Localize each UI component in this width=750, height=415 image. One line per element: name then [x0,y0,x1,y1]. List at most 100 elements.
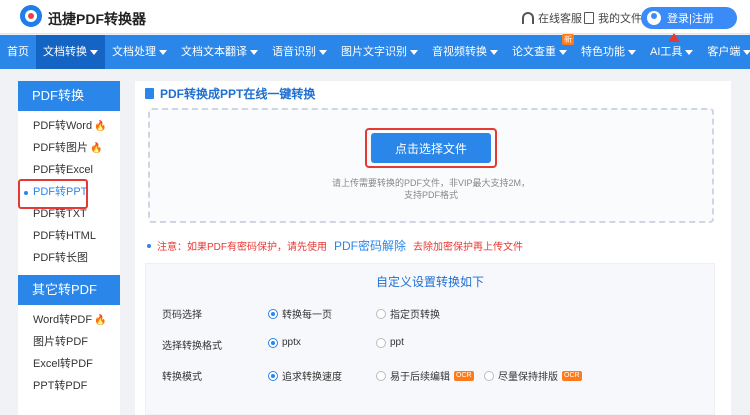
customer-service-label: 在线客服 [538,13,582,25]
upload-hint-line2: 支持PDF格式 [403,190,458,200]
sidebar-item-section1_items-0[interactable]: PDF转Word 🔥 [18,115,120,137]
nav-item-10[interactable]: 客户端 [700,35,750,69]
upload-dropzone[interactable]: 点击选择文件 请上传需要转换的PDF文件，非VIP最大支持2M， 支持PDF格式 [148,108,714,223]
customer-service-link[interactable]: 在线客服 [522,10,582,26]
chevron-down-icon [159,49,167,55]
radio-unchecked-icon [376,337,386,348]
radio-ppt[interactable]: ppt [376,337,404,348]
nav-item-7[interactable]: 论文查重新 [505,34,574,69]
radio-editable-mode[interactable]: 易于后续编辑 OCR [376,368,474,383]
headset-icon [522,12,534,24]
nav-item-1[interactable]: 文档转换 [36,35,105,69]
nav-item-0[interactable]: 首页 [0,35,36,69]
sidebar-item-label: Excel转PDF [33,358,93,370]
sidebar-item-label: 图片转PDF [33,336,88,348]
radio-label: 易于后续编辑 [390,372,450,383]
user-icon [647,11,661,25]
sidebar-item-section1_items-2[interactable]: PDF转Excel [18,159,120,181]
sidebar-section-pdf-convert-title: PDF转换 [18,81,120,111]
nav-item-3[interactable]: 文档文本翻译 [174,35,265,69]
radio-label: 追求转换速度 [282,372,342,383]
radio-pptx[interactable]: pptx [268,337,301,348]
select-file-button[interactable]: 点击选择文件 [371,133,491,163]
nav-item-6[interactable]: 音视频转换 [425,35,505,69]
nav-item-2[interactable]: 文档处理 [105,35,174,69]
chevron-down-icon [628,49,636,55]
radio-checked-icon [268,308,278,319]
chevron-down-icon [743,49,750,55]
radio-label: 尽量保持排版 [498,372,558,383]
nav-item-label: 客户端 [707,46,741,58]
radio-speed-mode[interactable]: 追求转换速度 [268,368,342,383]
fire-icon: 🔥 [94,121,107,132]
sidebar-item-label: PDF转HTML [33,230,96,242]
nav-item-label: 论文查重 [512,46,556,58]
nav-item-label: 文档转换 [43,46,87,58]
chevron-down-icon [559,49,567,55]
sidebar-item-section2_items-2[interactable]: Excel转PDF [18,353,120,375]
pdf-unlock-link[interactable]: PDF密码解除 [334,237,406,254]
logo-icon[interactable] [20,5,42,27]
mode-label: 转换模式 [162,372,202,383]
page-title-text: PDF转换成PPT在线一键转换 [160,87,316,101]
chevron-down-icon [410,49,418,55]
radio-label: 转换每一页 [282,310,332,321]
nav-item-8[interactable]: 特色功能 [574,35,643,69]
nav-item-label: 音视频转换 [432,46,487,58]
sidebar-item-section1_items-1[interactable]: PDF转图片 🔥 [18,137,120,159]
radio-convert-every-page[interactable]: 转换每一页 [268,306,332,321]
sidebar-item-section1_items-6[interactable]: PDF转长图 [18,247,120,269]
radio-keep-layout-mode[interactable]: 尽量保持排版 OCR [484,368,582,383]
notice-suffix: 去除加密保护再上传文件 [413,242,524,253]
chevron-down-icon [250,49,258,55]
login-label: 登录|注册 [667,13,714,25]
radio-checked-icon [268,370,278,381]
nav-item-label: 语音识别 [272,46,316,58]
format-label: 选择转换格式 [162,341,222,352]
radio-unchecked-icon [376,308,386,319]
my-files-label: 我的文件 [598,13,642,25]
new-badge: 新 [562,34,574,45]
sidebar-item-section2_items-1[interactable]: 图片转PDF [18,331,120,353]
sidebar-item-section2_items-3[interactable]: PPT转PDF [18,375,120,397]
notice-prefix: 注意：如果PDF有密码保护，请先使用 [157,242,327,253]
radio-unchecked-icon [376,370,386,381]
ocr-badge: OCR [562,370,582,381]
nav-item-label: 特色功能 [581,46,625,58]
radio-label: ppt [390,337,404,348]
sidebar-item-label: PDF转图片 [33,142,88,154]
nav-item-5[interactable]: 图片文字识别 [334,35,425,69]
radio-checked-icon [268,337,278,348]
file-icon [584,12,594,24]
sidebar-item-section2_items-0[interactable]: Word转PDF 🔥 [18,309,120,331]
sidebar-item-label: PDF转Word [33,120,93,132]
conversion-settings: 自定义设置转换如下 页码选择 转换每一页 指定页转换 选择转换格式 pptx p… [145,263,715,415]
login-register-button[interactable]: 登录|注册 [641,7,737,29]
radio-specific-pages[interactable]: 指定页转换 [376,306,440,321]
page-selection-row: 页码选择 转换每一页 指定页转换 [162,306,702,322]
nav-item-9[interactable]: AI工具 [643,33,700,69]
sidebar-section-to-pdf: Word转PDF 🔥 图片转PDF Excel转PDF PPT转PDF [18,305,120,397]
settings-title: 自定义设置转换如下 [375,275,484,289]
my-files-link[interactable]: 我的文件 [584,10,642,26]
page-selection-label: 页码选择 [162,310,202,321]
radio-label: pptx [282,337,301,348]
sidebar-item-label: PDF转TXT [33,208,87,220]
sidebar-item-label: Word转PDF [33,314,93,326]
sidebar-item-label: PPT转PDF [33,380,88,392]
nav-item-label: 图片文字识别 [341,46,407,58]
format-row: 选择转换格式 pptx ppt [162,337,702,353]
top-header: 迅捷PDF转换器 在线客服 我的文件 登录|注册 [0,0,750,34]
sidebar-item-section1_items-5[interactable]: PDF转HTML [18,225,120,247]
chevron-down-icon [319,49,327,55]
nav-item-4[interactable]: 语音识别 [265,35,334,69]
fire-icon: 🔥 [94,315,107,326]
ocr-badge: OCR [454,370,474,381]
brand-name[interactable]: 迅捷PDF转换器 [48,9,146,29]
nav-item-label: 文档处理 [112,46,156,58]
main-panel: PDF转换成PPT在线一键转换 点击选择文件 请上传需要转换的PDF文件，非VI… [135,81,731,415]
nav-item-label: 首页 [7,46,29,58]
bullet-dot [147,243,151,248]
fire-icon: 🔥 [90,143,103,154]
radio-label: 指定页转换 [390,310,440,321]
